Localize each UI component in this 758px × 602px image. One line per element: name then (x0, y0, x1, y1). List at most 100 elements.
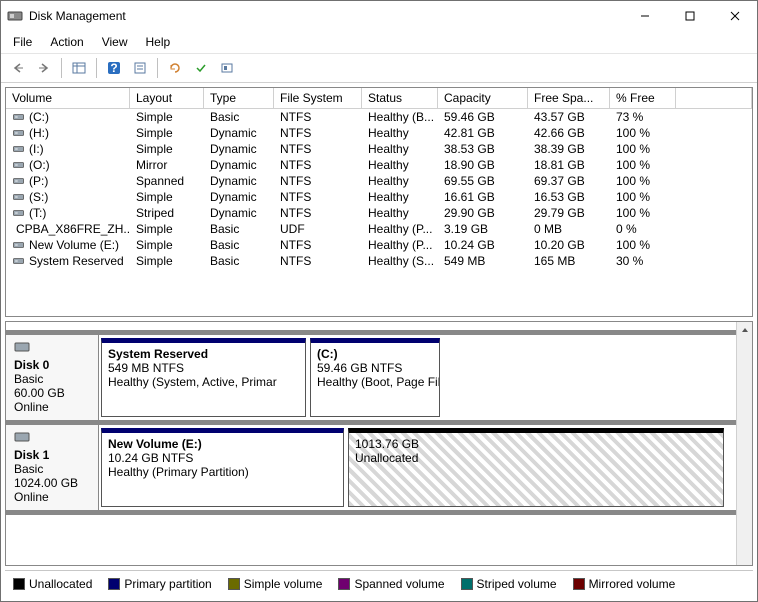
table-row[interactable]: (P:)SpannedDynamicNTFSHealthy69.55 GB69.… (6, 173, 752, 189)
menu-file[interactable]: File (11, 34, 34, 50)
partition-status: Healthy (System, Active, Primar (108, 375, 277, 389)
table-row[interactable]: (T:)StripedDynamicNTFSHealthy29.90 GB29.… (6, 205, 752, 221)
volume-type: Basic (204, 109, 274, 125)
settings-icon[interactable] (216, 57, 238, 79)
menu-view[interactable]: View (100, 34, 130, 50)
table-row[interactable]: (H:)SimpleDynamicNTFSHealthy42.81 GB42.6… (6, 125, 752, 141)
volume-status: Healthy (P... (362, 221, 438, 237)
volume-layout: Simple (130, 125, 204, 141)
menu-action[interactable]: Action (48, 34, 85, 50)
table-row[interactable]: (C:)SimpleBasicNTFSHealthy (B...59.46 GB… (6, 109, 752, 125)
table-row[interactable]: New Volume (E:)SimpleBasicNTFSHealthy (P… (6, 237, 752, 253)
volume-layout: Striped (130, 205, 204, 221)
refresh-icon[interactable] (164, 57, 186, 79)
volume-capacity: 69.55 GB (438, 173, 528, 189)
legend-label: Simple volume (244, 577, 323, 591)
partition[interactable]: System Reserved549 MB NTFSHealthy (Syste… (101, 338, 306, 417)
legend-swatch (461, 578, 473, 590)
col-volume[interactable]: Volume (6, 88, 130, 108)
volume-free: 29.79 GB (528, 205, 610, 221)
col-filesystem[interactable]: File System (274, 88, 362, 108)
maximize-button[interactable] (667, 1, 712, 31)
minimize-button[interactable] (622, 1, 667, 31)
check-icon[interactable] (190, 57, 212, 79)
volume-capacity: 3.19 GB (438, 221, 528, 237)
table-row[interactable]: (I:)SimpleDynamicNTFSHealthy38.53 GB38.3… (6, 141, 752, 157)
volume-free: 42.66 GB (528, 125, 610, 141)
back-button[interactable] (7, 57, 29, 79)
table-row[interactable]: (O:)MirrorDynamicNTFSHealthy18.90 GB18.8… (6, 157, 752, 173)
volume-pct: 100 % (610, 157, 676, 173)
scrollbar[interactable] (736, 322, 752, 565)
legend: Unallocated Primary partition Simple volum… (5, 570, 753, 597)
disk-label[interactable]: Disk 0Basic60.00 GBOnline (6, 335, 99, 420)
volume-capacity: 549 MB (438, 253, 528, 269)
disk-size: 1024.00 GB (14, 476, 78, 490)
partition-status: Unallocated (355, 451, 418, 465)
col-layout[interactable]: Layout (130, 88, 204, 108)
volume-layout: Spanned (130, 173, 204, 189)
volume-fs: NTFS (274, 141, 362, 157)
disk-row: Disk 0Basic60.00 GBOnlineSystem Reserved… (6, 330, 736, 425)
table-row[interactable]: CPBA_X86FRE_ZH...SimpleBasicUDFHealthy (… (6, 221, 752, 237)
disk-label[interactable]: Disk 1Basic1024.00 GBOnline (6, 425, 99, 510)
volume-list: Volume Layout Type File System Status Ca… (5, 87, 753, 317)
volume-free: 38.39 GB (528, 141, 610, 157)
col-status[interactable]: Status (362, 88, 438, 108)
volume-capacity: 38.53 GB (438, 141, 528, 157)
legend-label: Primary partition (124, 577, 211, 591)
table-row[interactable]: (S:)SimpleDynamicNTFSHealthy16.61 GB16.5… (6, 189, 752, 205)
volume-name: (P:) (29, 174, 48, 188)
volume-type: Dynamic (204, 189, 274, 205)
volume-pct: 73 % (610, 109, 676, 125)
menu-help[interactable]: Help (144, 34, 173, 50)
volume-capacity: 59.46 GB (438, 109, 528, 125)
volume-name: (I:) (29, 142, 44, 156)
properties-icon[interactable] (129, 57, 151, 79)
volume-status: Healthy (S... (362, 253, 438, 269)
scroll-up-icon[interactable] (737, 322, 752, 338)
partition-title: System Reserved (108, 347, 208, 361)
volume-fs: NTFS (274, 109, 362, 125)
table-row[interactable]: System ReservedSimpleBasicNTFSHealthy (S… (6, 253, 752, 269)
volume-status: Healthy (362, 173, 438, 189)
volume-name: (T:) (29, 206, 46, 220)
col-capacity[interactable]: Capacity (438, 88, 528, 108)
disk-row: Disk 1Basic1024.00 GBOnlineNew Volume (E… (6, 425, 736, 515)
window-title: Disk Management (29, 9, 622, 23)
disk-graphical-view: Disk 0Basic60.00 GBOnlineSystem Reserved… (5, 321, 753, 566)
legend-item: Unallocated (13, 577, 92, 591)
col-pctfree[interactable]: % Free (610, 88, 676, 108)
legend-label: Spanned volume (354, 577, 444, 591)
legend-item: Spanned volume (338, 577, 444, 591)
volume-status: Healthy (362, 125, 438, 141)
volume-fs: NTFS (274, 125, 362, 141)
partition-size: 1013.76 GB (355, 437, 419, 451)
volume-fs: NTFS (274, 237, 362, 253)
volume-type: Basic (204, 237, 274, 253)
partition-unallocated[interactable]: 1013.76 GBUnallocated (348, 428, 724, 507)
partition[interactable]: (C:)59.46 GB NTFSHealthy (Boot, Page Fil… (310, 338, 440, 417)
help-icon[interactable]: ? (103, 57, 125, 79)
volume-type: Dynamic (204, 173, 274, 189)
volume-type: Basic (204, 221, 274, 237)
volume-layout: Simple (130, 141, 204, 157)
toolbar: ? (1, 54, 757, 83)
disk-type: Basic (14, 462, 43, 476)
volume-free: 18.81 GB (528, 157, 610, 173)
close-button[interactable] (712, 1, 757, 31)
table-view-icon[interactable] (68, 57, 90, 79)
volume-layout: Simple (130, 189, 204, 205)
volume-name: (S:) (29, 190, 48, 204)
menubar: File Action View Help (1, 31, 757, 54)
disk-size: 60.00 GB (14, 386, 65, 400)
partition-size: 549 MB NTFS (108, 361, 184, 375)
col-free[interactable]: Free Spa... (528, 88, 610, 108)
col-type[interactable]: Type (204, 88, 274, 108)
volume-layout: Simple (130, 237, 204, 253)
disk-type: Basic (14, 372, 43, 386)
volume-pct: 100 % (610, 173, 676, 189)
forward-button[interactable] (33, 57, 55, 79)
partition[interactable]: New Volume (E:)10.24 GB NTFSHealthy (Pri… (101, 428, 344, 507)
disk-management-icon (7, 8, 23, 24)
